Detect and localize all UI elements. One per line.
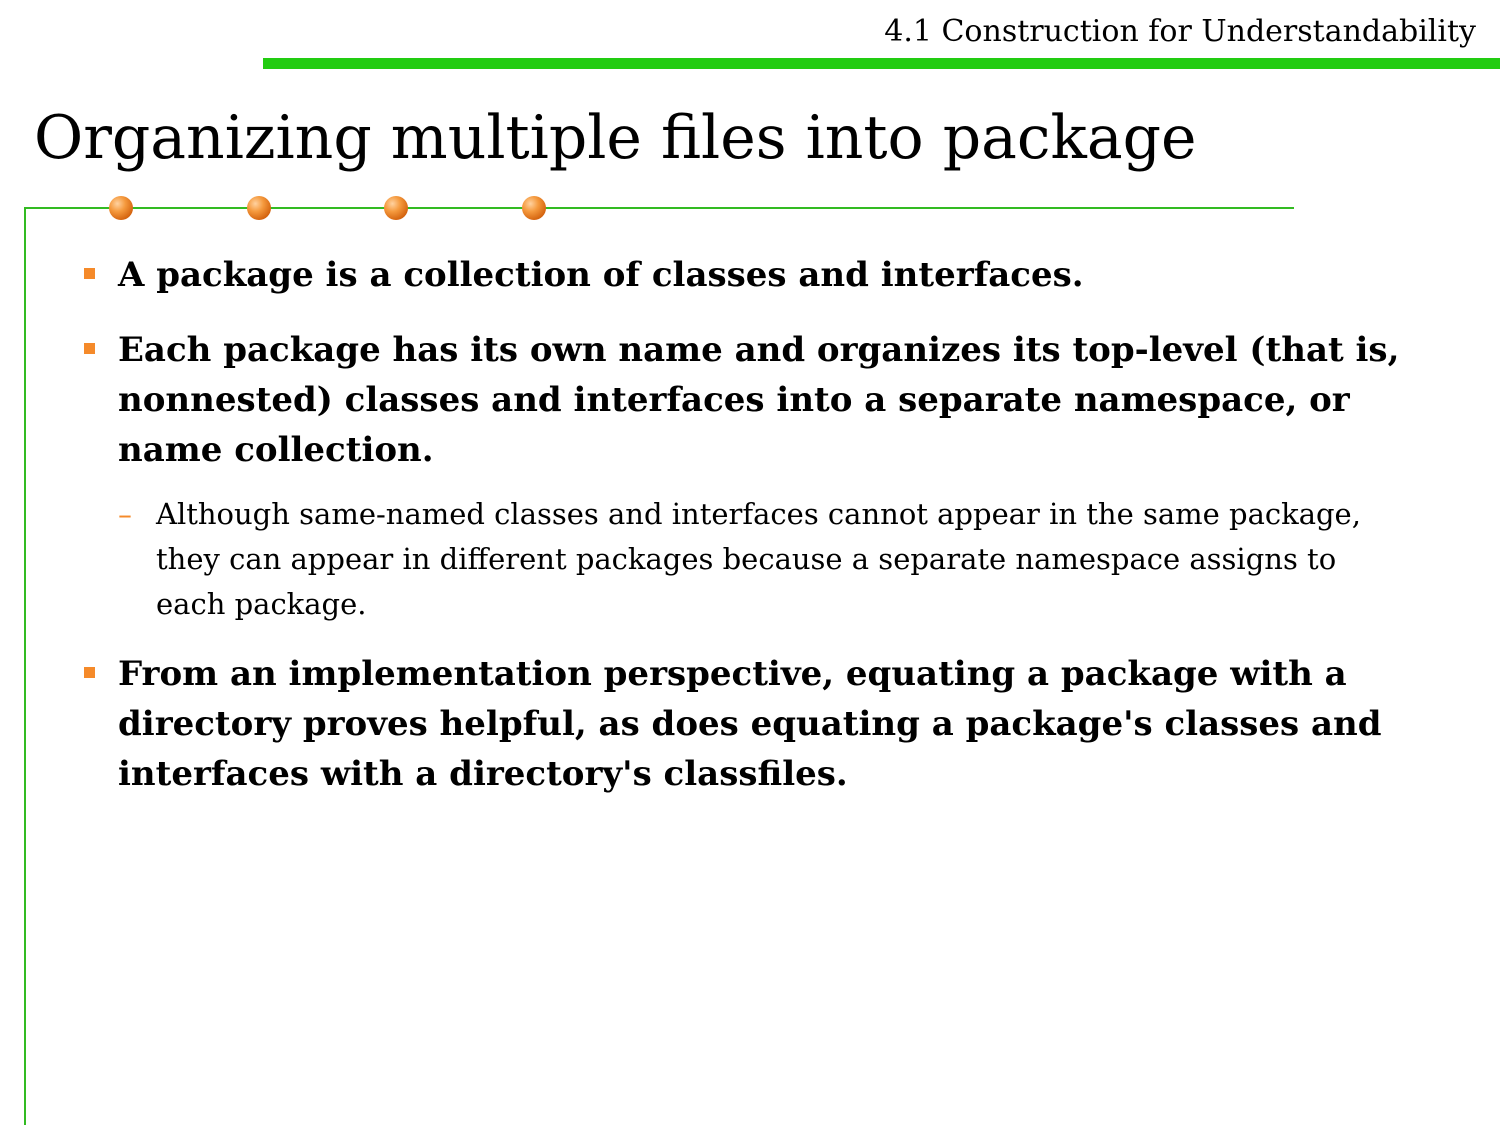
title-underline (24, 207, 1294, 209)
bullet-text: A package is a collection of classes and… (118, 255, 1084, 295)
header-bar (263, 58, 1500, 69)
sub-bullet-text: Although same-named classes and interfac… (156, 497, 1361, 621)
section-label: 4.1 Construction for Understandability (884, 14, 1476, 49)
slide-title: Organizing multiple files into package (34, 103, 1197, 173)
bullet-item: A package is a collection of classes and… (80, 250, 1410, 300)
decorative-dot-icon (384, 196, 408, 220)
sub-bullet-item: – Although same-named classes and interf… (118, 492, 1366, 627)
bullet-item: From an implementation perspective, equa… (80, 649, 1410, 799)
slide: 4.1 Construction for Understandability O… (0, 0, 1500, 1125)
decorative-dot-icon (109, 196, 133, 220)
decorative-dot-icon (522, 196, 546, 220)
square-bullet-icon (84, 268, 95, 279)
slide-content: A package is a collection of classes and… (80, 250, 1410, 824)
bullet-item: Each package has its own name and organi… (80, 325, 1410, 475)
bullet-text: From an implementation perspective, equa… (118, 654, 1382, 794)
decorative-dot-icon (247, 196, 271, 220)
square-bullet-icon (84, 343, 95, 354)
dash-bullet-icon: – (118, 498, 132, 531)
bullet-text: Each package has its own name and organi… (118, 330, 1400, 470)
left-frame-line (24, 207, 26, 1125)
square-bullet-icon (84, 667, 95, 678)
